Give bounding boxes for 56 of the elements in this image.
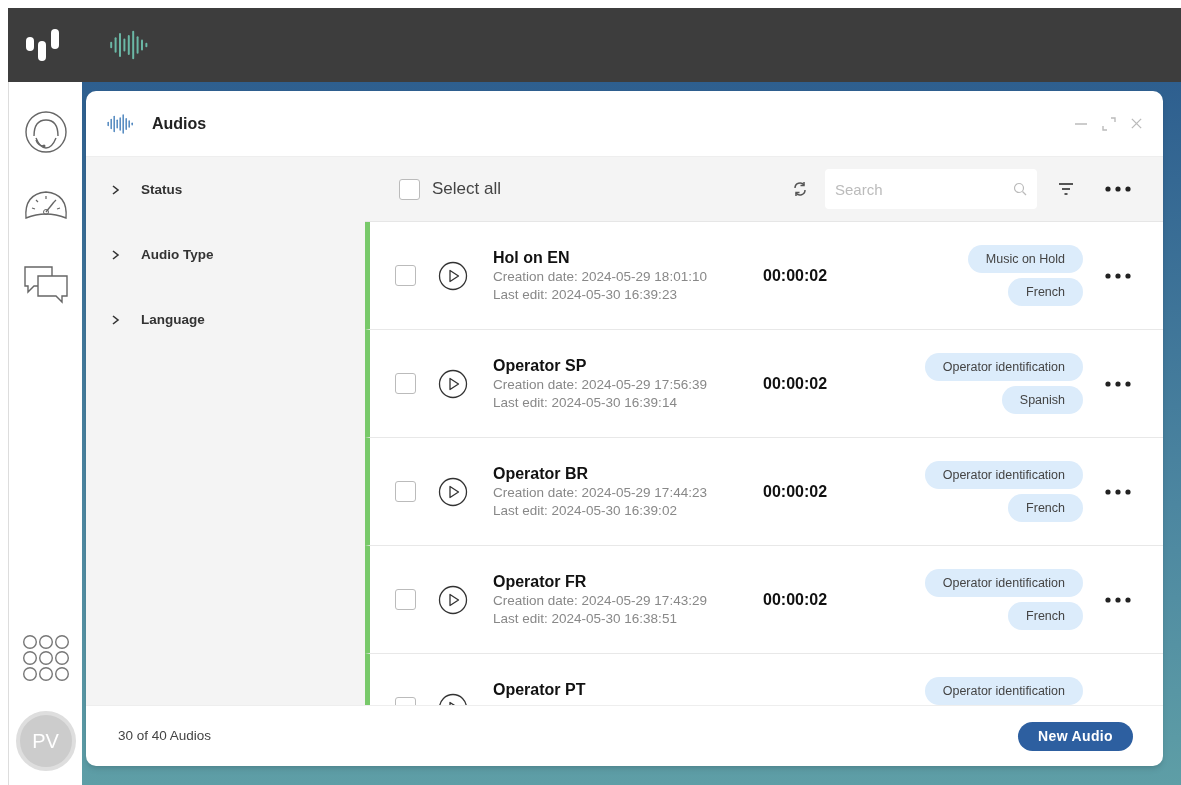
tag: French xyxy=(1008,494,1083,522)
tag: French xyxy=(1008,602,1083,630)
play-icon[interactable] xyxy=(438,476,468,507)
more-icon[interactable] xyxy=(1105,272,1131,279)
tag: Music on Hold xyxy=(967,245,1083,273)
creation-date: Creation date: 2024-05-29 17:44:23 xyxy=(493,483,708,502)
select-all-checkbox[interactable] xyxy=(399,178,420,200)
row-checkbox[interactable] xyxy=(395,481,416,502)
last-edit-date: Last edit: 2024-05-30 16:39:14 xyxy=(493,393,678,412)
creation-date: Creation date: 2024-05-29 17:43:29 xyxy=(493,591,708,610)
row-checkbox[interactable] xyxy=(395,373,416,394)
row-checkbox[interactable] xyxy=(395,265,416,286)
duration: 00:00:02 xyxy=(763,590,828,608)
last-edit-date: Last edit: 2024-05-30 16:38:51 xyxy=(493,609,678,628)
apps-grid-icon[interactable] xyxy=(22,635,69,681)
play-icon[interactable] xyxy=(438,368,468,399)
audio-name: Operator SP xyxy=(493,355,588,376)
chevron-icon xyxy=(111,185,121,195)
creation-date: Creation date: 2024-05-29 18:01:10 xyxy=(493,267,708,286)
more-icon[interactable] xyxy=(1105,380,1131,387)
chevron-icon xyxy=(111,250,121,260)
audio-count: 30 of 40 Audios xyxy=(118,726,212,745)
tag: Operator identification xyxy=(924,461,1083,489)
search-field[interactable]: Search xyxy=(825,169,1037,209)
last-edit-date: Last edit: 2024-05-30 16:39:02 xyxy=(493,501,678,520)
chat-icon[interactable] xyxy=(21,264,70,304)
new-audio-button[interactable]: New Audio xyxy=(1018,721,1133,751)
select-all-label[interactable]: Select all xyxy=(432,176,501,202)
audio-name: Hol on EN xyxy=(493,247,571,268)
search-icon xyxy=(1013,182,1027,196)
more-icon[interactable] xyxy=(1105,488,1131,495)
last-edit-date: Last edit: 2024-05-30 16:39:23 xyxy=(493,285,678,304)
chevron-icon xyxy=(111,315,121,325)
duration: 00:00:02 xyxy=(763,482,828,500)
filter-item[interactable]: Status xyxy=(111,179,365,201)
filter-item[interactable]: Audio Type xyxy=(111,244,365,266)
filter-icon[interactable] xyxy=(1058,182,1074,196)
tag: Operator identification xyxy=(924,569,1083,597)
tag: Spanish xyxy=(1001,386,1083,414)
more-icon[interactable] xyxy=(1105,596,1131,603)
creation-date: Creation date: 2024-05-29 17:56:39 xyxy=(493,375,708,394)
tag: Operator identification xyxy=(924,677,1083,705)
window-title: Audios xyxy=(152,113,207,134)
audio-name: Operator FR xyxy=(493,571,588,592)
audio-name: Operator BR xyxy=(493,463,590,484)
play-icon[interactable] xyxy=(438,260,468,291)
duration: 00:00:02 xyxy=(763,374,828,392)
duration: 00:00:02 xyxy=(763,266,828,284)
row-checkbox[interactable] xyxy=(395,589,416,610)
tag: Operator identification xyxy=(924,353,1083,381)
audio-name: Operator PT xyxy=(493,679,587,700)
tag: French xyxy=(1008,278,1083,306)
more-icon[interactable] xyxy=(1105,186,1131,192)
play-icon[interactable] xyxy=(438,584,468,615)
refresh-icon[interactable] xyxy=(792,181,808,197)
filter-item[interactable]: Language xyxy=(111,309,365,331)
